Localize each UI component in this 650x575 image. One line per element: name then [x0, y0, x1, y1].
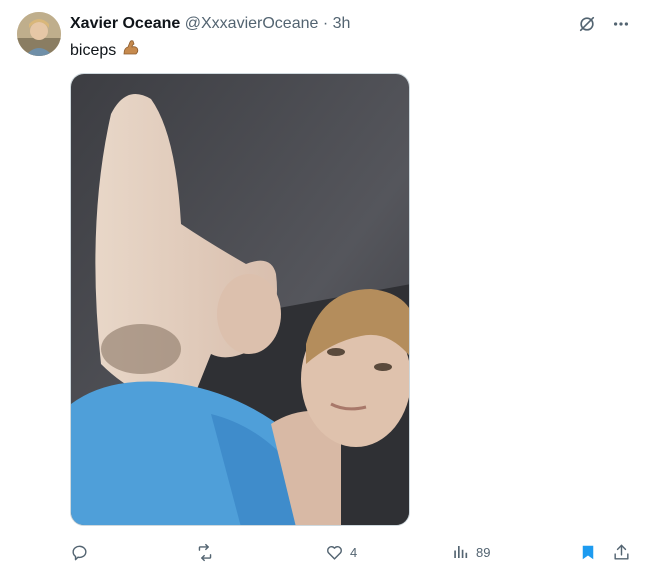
author-display-name[interactable]: Xavier Oceane — [70, 15, 180, 32]
more-options-icon[interactable] — [610, 13, 632, 35]
reply-button[interactable] — [70, 538, 95, 566]
bookmark-button[interactable] — [579, 538, 597, 566]
views-count: 89 — [476, 544, 491, 560]
tweet-text-content: biceps — [70, 42, 117, 59]
tweet-header: Xavier Oceane @XxxavierOceane · 3h — [70, 14, 350, 34]
avatar[interactable] — [17, 12, 61, 56]
views-button[interactable]: 89 — [452, 538, 490, 566]
top-icons — [576, 13, 632, 35]
like-count: 4 — [350, 544, 358, 560]
views-icon — [452, 543, 470, 561]
flexed-biceps-icon — [121, 38, 141, 64]
action-bar: 4 89 — [70, 538, 632, 566]
heart-icon — [325, 543, 344, 562]
tweet-time[interactable]: 3h — [333, 15, 351, 32]
tweet-photo[interactable] — [70, 73, 410, 526]
share-icon — [612, 543, 631, 562]
author-handle[interactable]: @XxxavierOceane — [185, 15, 319, 32]
share-button[interactable] — [612, 538, 631, 566]
bookmark-icon — [579, 543, 597, 562]
retweet-button[interactable] — [195, 538, 221, 566]
like-button[interactable]: 4 — [325, 538, 357, 566]
tweet: Xavier Oceane @XxxavierOceane · 3h bicep… — [0, 0, 650, 575]
meta-separator: · — [322, 15, 329, 32]
reply-icon — [70, 543, 89, 562]
retweet-icon — [195, 543, 215, 562]
tweet-text: biceps — [70, 38, 141, 64]
grok-icon[interactable] — [576, 13, 598, 35]
